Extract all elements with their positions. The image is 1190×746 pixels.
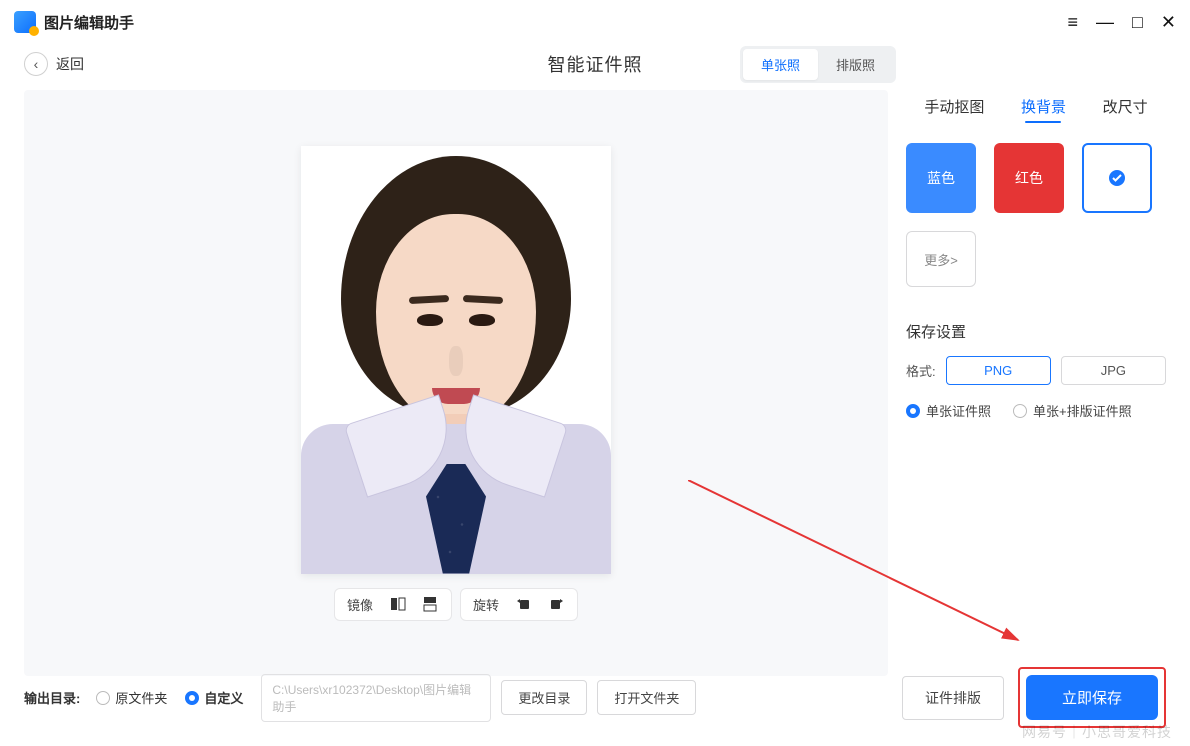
- segmented-single[interactable]: 单张照: [743, 49, 818, 80]
- radio-single-plus-layout[interactable]: 单张+排版证件照: [1013, 401, 1132, 420]
- menu-icon[interactable]: ≡: [1068, 12, 1079, 33]
- main-area: 镜像 旋转 手动抠图 换背景 改尺寸 蓝色 红色 更多> 保存设置: [0, 86, 1190, 676]
- id-photo-preview: [301, 146, 611, 574]
- header-row: ‹ 返回 智能证件照 单张照 排版照: [0, 44, 1190, 86]
- rotate-left-icon[interactable]: [515, 595, 533, 613]
- dir-radio-custom[interactable]: 自定义: [185, 688, 243, 707]
- watermark-text: 网易号｜小思哥爱科技: [1022, 722, 1172, 742]
- radio-bullet-icon: [96, 691, 110, 705]
- change-dir-button[interactable]: 更改目录: [501, 680, 587, 715]
- format-label: 格式:: [906, 361, 936, 380]
- mirror-group: 镜像: [334, 588, 452, 621]
- maximize-icon[interactable]: □: [1132, 12, 1143, 33]
- photo-toolbar: 镜像 旋转: [334, 588, 578, 621]
- dir-radio-custom-label: 自定义: [204, 688, 243, 707]
- radio-single-label: 单张证件照: [926, 401, 991, 420]
- save-button[interactable]: 立即保存: [1026, 675, 1158, 720]
- radio-bullet-icon: [1013, 404, 1027, 418]
- tab-resize[interactable]: 改尺寸: [1103, 96, 1148, 123]
- right-panel: 手动抠图 换背景 改尺寸 蓝色 红色 更多> 保存设置 格式: PNG JPG …: [906, 90, 1166, 676]
- chevron-left-icon: ‹: [24, 52, 48, 76]
- output-path-input[interactable]: C:\Users\xr102372\Desktop\图片编辑助手: [261, 674, 491, 722]
- save-emphasis-box: 立即保存: [1018, 667, 1166, 728]
- tab-change-bg[interactable]: 换背景: [1021, 96, 1066, 123]
- dir-radio-original-label: 原文件夹: [115, 688, 167, 707]
- close-icon[interactable]: ✕: [1161, 12, 1176, 33]
- layout-button[interactable]: 证件排版: [902, 676, 1004, 720]
- open-dir-button[interactable]: 打开文件夹: [597, 680, 696, 715]
- segmented-layout[interactable]: 排版照: [818, 49, 893, 80]
- output-mode-radios: 单张证件照 单张+排版证件照: [906, 401, 1166, 420]
- swatch-more[interactable]: 更多>: [906, 231, 976, 287]
- app-logo-icon: [14, 11, 36, 33]
- mirror-label: 镜像: [347, 595, 373, 614]
- radio-layout-label: 单张+排版证件照: [1033, 401, 1132, 420]
- page-title: 智能证件照: [548, 51, 643, 77]
- side-tabs: 手动抠图 换背景 改尺寸: [906, 96, 1166, 123]
- rotate-label: 旋转: [473, 595, 499, 614]
- swatch-blue[interactable]: 蓝色: [906, 143, 976, 213]
- radio-single-photo[interactable]: 单张证件照: [906, 401, 991, 420]
- check-circle-icon: [1107, 168, 1127, 188]
- swatch-red[interactable]: 红色: [994, 143, 1064, 213]
- rotate-right-icon[interactable]: [547, 595, 565, 613]
- format-row: 格式: PNG JPG: [906, 356, 1166, 385]
- radio-bullet-icon: [185, 691, 199, 705]
- mirror-vertical-icon[interactable]: [421, 595, 439, 613]
- dir-radio-original[interactable]: 原文件夹: [96, 688, 167, 707]
- minimize-icon[interactable]: —: [1096, 12, 1114, 33]
- footer-right: 证件排版 立即保存: [902, 667, 1166, 728]
- title-bar: 图片编辑助手 ≡ — □ ✕: [0, 0, 1190, 44]
- save-settings-title: 保存设置: [906, 321, 1166, 342]
- back-label: 返回: [56, 54, 84, 74]
- photo-mode-segmented: 单张照 排版照: [740, 46, 896, 83]
- mirror-horizontal-icon[interactable]: [389, 595, 407, 613]
- back-button[interactable]: ‹ 返回: [24, 52, 84, 76]
- rotate-group: 旋转: [460, 588, 578, 621]
- canvas-area: 镜像 旋转: [24, 90, 888, 676]
- format-jpg[interactable]: JPG: [1061, 356, 1166, 385]
- swatch-white-selected[interactable]: [1082, 143, 1152, 213]
- output-dir-label: 输出目录:: [24, 688, 80, 707]
- window-controls: ≡ — □ ✕: [1068, 12, 1176, 33]
- tab-manual-cutout[interactable]: 手动抠图: [924, 96, 984, 123]
- footer-bar: 输出目录: 原文件夹 自定义 C:\Users\xr102372\Desktop…: [0, 667, 1190, 728]
- bg-color-swatches: 蓝色 红色: [906, 143, 1166, 213]
- app-title: 图片编辑助手: [44, 12, 134, 33]
- format-png[interactable]: PNG: [946, 356, 1051, 385]
- radio-bullet-icon: [906, 404, 920, 418]
